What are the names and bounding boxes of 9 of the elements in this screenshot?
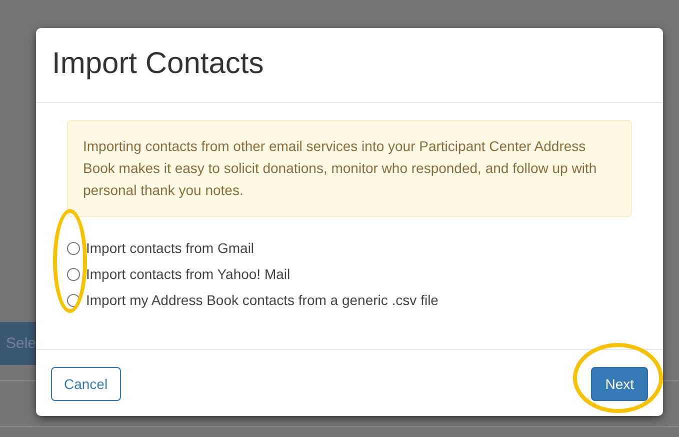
option-label: Import contacts from Gmail	[86, 239, 254, 258]
dialog-title: Import Contacts	[52, 46, 265, 82]
radio-button[interactable]	[67, 268, 80, 281]
radio-button[interactable]	[67, 242, 80, 255]
info-notice: Importing contacts from other email services into your Participant Center Address Book makes it easy to solicit donations, monitor who responded, and follow up with personal thank you notes.	[67, 120, 632, 217]
option-label: Import my Address Book contacts from a generic .csv file	[86, 291, 438, 310]
next-button[interactable]: Next	[591, 367, 648, 401]
option-label: Import contacts from Yahoo! Mail	[86, 265, 290, 284]
cancel-button[interactable]: Cancel	[51, 367, 121, 401]
